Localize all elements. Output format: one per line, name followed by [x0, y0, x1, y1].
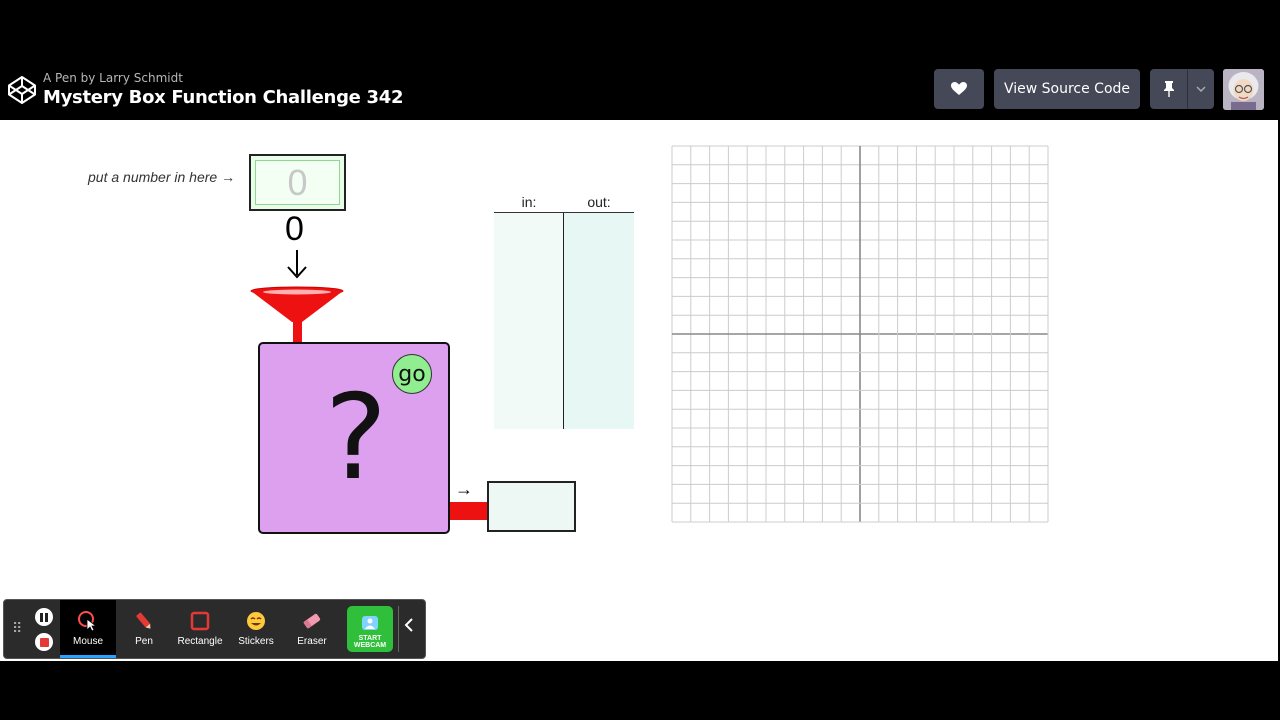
- tool-label: Rectangle: [177, 636, 223, 647]
- go-button[interactable]: go: [392, 354, 432, 394]
- start-webcam-button[interactable]: START WEBCAM: [347, 606, 393, 652]
- pen-icon: [133, 610, 155, 632]
- table-column-in: [494, 213, 563, 429]
- pin-button-group: [1150, 69, 1214, 109]
- pin-button[interactable]: [1150, 69, 1188, 109]
- pen-byline[interactable]: A Pen by Larry Schmidt: [43, 71, 183, 85]
- funnel-icon: [250, 286, 344, 342]
- tool-eraser[interactable]: Eraser: [284, 600, 340, 658]
- tool-label: Eraser: [297, 636, 327, 647]
- tool-pen[interactable]: Pen: [116, 600, 172, 658]
- heart-icon: [951, 82, 967, 95]
- funnel-assembly: [250, 250, 344, 342]
- codepen-header: A Pen by Larry Schmidt Mystery Box Funct…: [0, 60, 1280, 120]
- table-divider: [563, 213, 564, 429]
- input-prompt-label: put a number in here →: [88, 169, 236, 185]
- tool-label: Mouse: [72, 636, 103, 647]
- sticker-icon: [245, 610, 267, 632]
- view-source-button[interactable]: View Source Code: [994, 69, 1140, 109]
- pin-icon: [1163, 81, 1174, 97]
- drag-handle-icon[interactable]: ⠿: [12, 620, 22, 637]
- webcam-label: START WEBCAM: [353, 635, 387, 649]
- chevron-down-icon[interactable]: [1188, 69, 1214, 109]
- annotation-toolbar: ⠿ Mouse Pen Rectangle Stickers Eraser ST…: [3, 599, 426, 659]
- in-out-table: in: out:: [494, 193, 634, 429]
- dropped-number: 0: [285, 210, 304, 248]
- number-input-field[interactable]: 0: [249, 154, 346, 211]
- number-input-value[interactable]: 0: [255, 160, 340, 205]
- pause-icon: [40, 612, 48, 622]
- output-arrow-icon: →: [455, 479, 473, 499]
- pen-preview-stage: put a number in here → 0 0 ? go → in: ou…: [0, 120, 1278, 661]
- pause-button[interactable]: [35, 608, 53, 626]
- down-arrow-icon: [287, 250, 307, 279]
- stop-button[interactable]: [35, 633, 53, 651]
- tool-label: Pen: [135, 636, 153, 647]
- tool-label: Stickers: [238, 636, 274, 647]
- table-header: in: out:: [494, 193, 634, 213]
- chevron-left-icon[interactable]: [404, 618, 414, 637]
- table-header-out: out:: [587, 194, 611, 210]
- heart-button[interactable]: [934, 69, 984, 109]
- table-column-out: [564, 213, 634, 429]
- mystery-box: ? go: [258, 342, 450, 534]
- pen-title: Mystery Box Function Challenge 342: [43, 87, 404, 108]
- rectangle-icon: [189, 610, 211, 632]
- mouse-cursor-icon: [77, 610, 99, 632]
- output-pipe: [450, 502, 488, 520]
- avatar[interactable]: [1223, 69, 1264, 110]
- webcam-icon: [362, 616, 378, 630]
- toolbar-divider: [398, 606, 399, 652]
- tool-rectangle[interactable]: Rectangle: [172, 600, 228, 658]
- output-box: [487, 481, 576, 532]
- coordinate-grid[interactable]: [670, 145, 1050, 523]
- eraser-icon: [301, 610, 323, 632]
- stop-icon: [39, 637, 49, 647]
- table-header-in: in:: [521, 194, 537, 210]
- tool-stickers[interactable]: Stickers: [228, 600, 284, 658]
- tool-mouse[interactable]: Mouse: [60, 600, 116, 658]
- codepen-logo-icon[interactable]: [7, 75, 37, 105]
